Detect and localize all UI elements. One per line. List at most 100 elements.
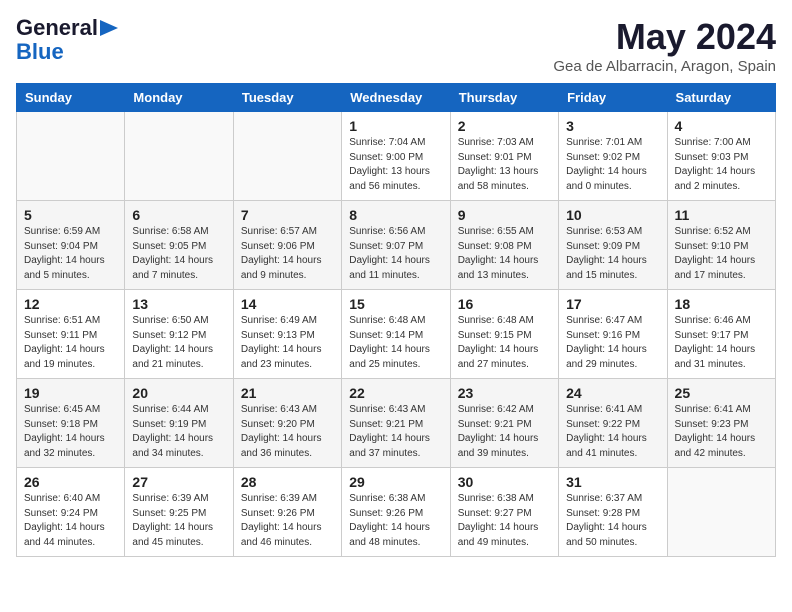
- day-info: Sunrise: 6:48 AM Sunset: 9:15 PM Dayligh…: [458, 314, 551, 372]
- day-info: Sunrise: 6:55 AM Sunset: 9:08 PM Dayligh…: [458, 225, 551, 283]
- calendar-week-row: 26Sunrise: 6:40 AM Sunset: 9:24 PM Dayli…: [17, 468, 776, 557]
- day-info: Sunrise: 6:47 AM Sunset: 9:16 PM Dayligh…: [566, 314, 659, 372]
- day-info: Sunrise: 6:43 AM Sunset: 9:21 PM Dayligh…: [349, 403, 442, 461]
- month-title: May 2024: [553, 16, 776, 58]
- title-block: May 2024 Gea de Albarracin, Aragon, Spai…: [553, 16, 776, 75]
- calendar-week-row: 5Sunrise: 6:59 AM Sunset: 9:04 PM Daylig…: [17, 201, 776, 290]
- calendar-cell: 1 Sunrise: 7:04 AM Sunset: 9:00 PM Daylig…: [342, 112, 450, 201]
- calendar-header-row: SundayMondayTuesdayWednesdayThursdayFrid…: [17, 84, 776, 112]
- weekday-header-friday: Friday: [559, 84, 667, 112]
- calendar-cell: 23 Sunrise: 6:42 AM Sunset: 9:21 PM Dayli…: [450, 379, 558, 468]
- day-number: 9: [458, 207, 551, 223]
- day-number: 29: [349, 474, 442, 490]
- day-number: 27: [132, 474, 225, 490]
- day-info: Sunrise: 6:41 AM Sunset: 9:22 PM Dayligh…: [566, 403, 659, 461]
- weekday-header-saturday: Saturday: [667, 84, 775, 112]
- day-info: Sunrise: 7:04 AM Sunset: 9:00 PM Dayligh…: [349, 136, 442, 194]
- day-info: Sunrise: 6:52 AM Sunset: 9:10 PM Dayligh…: [675, 225, 768, 283]
- calendar-cell: 13 Sunrise: 6:50 AM Sunset: 9:12 PM Dayli…: [125, 290, 233, 379]
- day-number: 23: [458, 385, 551, 401]
- day-number: 21: [241, 385, 334, 401]
- day-number: 18: [675, 296, 768, 312]
- day-info: Sunrise: 6:37 AM Sunset: 9:28 PM Dayligh…: [566, 492, 659, 550]
- day-info: Sunrise: 6:50 AM Sunset: 9:12 PM Dayligh…: [132, 314, 225, 372]
- day-number: 4: [675, 118, 768, 134]
- day-number: 7: [241, 207, 334, 223]
- calendar-cell: 26Sunrise: 6:40 AM Sunset: 9:24 PM Dayli…: [17, 468, 125, 557]
- day-number: 16: [458, 296, 551, 312]
- calendar-cell: 11Sunrise: 6:52 AM Sunset: 9:10 PM Dayli…: [667, 201, 775, 290]
- day-info: Sunrise: 6:53 AM Sunset: 9:09 PM Dayligh…: [566, 225, 659, 283]
- calendar-cell: 30 Sunrise: 6:38 AM Sunset: 9:27 PM Dayli…: [450, 468, 558, 557]
- weekday-header-sunday: Sunday: [17, 84, 125, 112]
- calendar-cell: 7 Sunrise: 6:57 AM Sunset: 9:06 PM Daylig…: [233, 201, 341, 290]
- calendar-table: SundayMondayTuesdayWednesdayThursdayFrid…: [16, 83, 776, 557]
- day-info: Sunrise: 6:49 AM Sunset: 9:13 PM Dayligh…: [241, 314, 334, 372]
- day-info: Sunrise: 6:44 AM Sunset: 9:19 PM Dayligh…: [132, 403, 225, 461]
- day-info: Sunrise: 6:43 AM Sunset: 9:20 PM Dayligh…: [241, 403, 334, 461]
- day-info: Sunrise: 6:57 AM Sunset: 9:06 PM Dayligh…: [241, 225, 334, 283]
- day-number: 12: [24, 296, 117, 312]
- calendar-cell: 5Sunrise: 6:59 AM Sunset: 9:04 PM Daylig…: [17, 201, 125, 290]
- day-number: 15: [349, 296, 442, 312]
- day-info: Sunrise: 6:42 AM Sunset: 9:21 PM Dayligh…: [458, 403, 551, 461]
- calendar-cell: 19Sunrise: 6:45 AM Sunset: 9:18 PM Dayli…: [17, 379, 125, 468]
- calendar-cell: 18Sunrise: 6:46 AM Sunset: 9:17 PM Dayli…: [667, 290, 775, 379]
- day-number: 10: [566, 207, 659, 223]
- day-info: Sunrise: 6:51 AM Sunset: 9:11 PM Dayligh…: [24, 314, 117, 372]
- calendar-cell: 21 Sunrise: 6:43 AM Sunset: 9:20 PM Dayli…: [233, 379, 341, 468]
- calendar-week-row: 19Sunrise: 6:45 AM Sunset: 9:18 PM Dayli…: [17, 379, 776, 468]
- day-number: 30: [458, 474, 551, 490]
- day-number: 2: [458, 118, 551, 134]
- calendar-cell: 20 Sunrise: 6:44 AM Sunset: 9:19 PM Dayli…: [125, 379, 233, 468]
- day-number: 28: [241, 474, 334, 490]
- day-info: Sunrise: 6:39 AM Sunset: 9:26 PM Dayligh…: [241, 492, 334, 550]
- calendar-cell: 12 Sunrise: 6:51 AM Sunset: 9:11 PM Dayli…: [17, 290, 125, 379]
- day-info: Sunrise: 6:39 AM Sunset: 9:25 PM Dayligh…: [132, 492, 225, 550]
- calendar-cell: 17 Sunrise: 6:47 AM Sunset: 9:16 PM Dayli…: [559, 290, 667, 379]
- calendar-cell: 22Sunrise: 6:43 AM Sunset: 9:21 PM Dayli…: [342, 379, 450, 468]
- day-info: Sunrise: 6:48 AM Sunset: 9:14 PM Dayligh…: [349, 314, 442, 372]
- logo-text-general: General: [16, 16, 98, 40]
- day-number: 20: [132, 385, 225, 401]
- calendar-cell: [667, 468, 775, 557]
- calendar-cell: 14 Sunrise: 6:49 AM Sunset: 9:13 PM Dayli…: [233, 290, 341, 379]
- location-text: Gea de Albarracin, Aragon, Spain: [553, 58, 776, 75]
- day-number: 31: [566, 474, 659, 490]
- calendar-cell: 4 Sunrise: 7:00 AM Sunset: 9:03 PM Daylig…: [667, 112, 775, 201]
- weekday-header-thursday: Thursday: [450, 84, 558, 112]
- day-number: 6: [132, 207, 225, 223]
- day-number: 17: [566, 296, 659, 312]
- page-header: General Blue May 2024 Gea de Albarracin,…: [16, 16, 776, 75]
- weekday-header-wednesday: Wednesday: [342, 84, 450, 112]
- logo-arrow-icon: [100, 19, 122, 37]
- calendar-cell: 8Sunrise: 6:56 AM Sunset: 9:07 PM Daylig…: [342, 201, 450, 290]
- calendar-cell: [17, 112, 125, 201]
- calendar-cell: 9 Sunrise: 6:55 AM Sunset: 9:08 PM Daylig…: [450, 201, 558, 290]
- logo-text-blue: Blue: [16, 40, 64, 64]
- day-number: 26: [24, 474, 117, 490]
- calendar-cell: 16 Sunrise: 6:48 AM Sunset: 9:15 PM Dayli…: [450, 290, 558, 379]
- weekday-header-monday: Monday: [125, 84, 233, 112]
- day-info: Sunrise: 6:45 AM Sunset: 9:18 PM Dayligh…: [24, 403, 117, 461]
- day-number: 1: [349, 118, 442, 134]
- calendar-cell: [125, 112, 233, 201]
- day-info: Sunrise: 6:41 AM Sunset: 9:23 PM Dayligh…: [675, 403, 768, 461]
- day-info: Sunrise: 7:03 AM Sunset: 9:01 PM Dayligh…: [458, 136, 551, 194]
- calendar-cell: 15 Sunrise: 6:48 AM Sunset: 9:14 PM Dayli…: [342, 290, 450, 379]
- day-info: Sunrise: 6:56 AM Sunset: 9:07 PM Dayligh…: [349, 225, 442, 283]
- day-info: Sunrise: 6:38 AM Sunset: 9:26 PM Dayligh…: [349, 492, 442, 550]
- day-info: Sunrise: 6:38 AM Sunset: 9:27 PM Dayligh…: [458, 492, 551, 550]
- calendar-cell: 31 Sunrise: 6:37 AM Sunset: 9:28 PM Dayli…: [559, 468, 667, 557]
- calendar-week-row: 1 Sunrise: 7:04 AM Sunset: 9:00 PM Daylig…: [17, 112, 776, 201]
- day-number: 13: [132, 296, 225, 312]
- calendar-cell: 3Sunrise: 7:01 AM Sunset: 9:02 PM Daylig…: [559, 112, 667, 201]
- day-number: 14: [241, 296, 334, 312]
- weekday-header-tuesday: Tuesday: [233, 84, 341, 112]
- calendar-cell: 10 Sunrise: 6:53 AM Sunset: 9:09 PM Dayli…: [559, 201, 667, 290]
- day-number: 5: [24, 207, 117, 223]
- day-info: Sunrise: 7:00 AM Sunset: 9:03 PM Dayligh…: [675, 136, 768, 194]
- calendar-cell: 29 Sunrise: 6:38 AM Sunset: 9:26 PM Dayli…: [342, 468, 450, 557]
- calendar-week-row: 12 Sunrise: 6:51 AM Sunset: 9:11 PM Dayli…: [17, 290, 776, 379]
- calendar-cell: 24Sunrise: 6:41 AM Sunset: 9:22 PM Dayli…: [559, 379, 667, 468]
